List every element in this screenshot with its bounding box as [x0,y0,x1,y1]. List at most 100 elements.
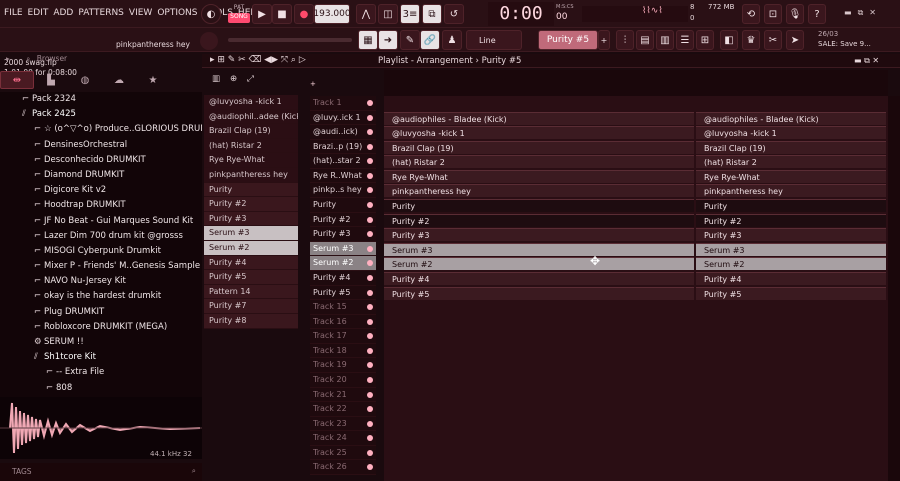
track-header-item[interactable]: pinkp..s hey [310,183,376,199]
track-mute-icon[interactable] [367,143,373,150]
track-mute-icon[interactable] [367,304,373,311]
playlist-clip[interactable]: @luvyosha -kick 1 [696,126,886,140]
channel-item[interactable]: Pattern 14 [204,284,298,300]
track-header-item[interactable]: Track 21 [310,387,376,403]
browser-item[interactable]: ⌐ JF No Beat - Gui Marques Sound Kit [0,214,202,229]
track-header-item[interactable]: @luvy..ick 1 [310,110,376,126]
playlist-clip[interactable]: Serum #3 [696,242,886,256]
track-header-item[interactable]: Rye R..What [310,168,376,184]
piano-icon[interactable]: ▦ [358,30,378,50]
browser-item[interactable]: ⌐ Digicore Kit v2 [0,183,202,198]
cloud-tab-icon[interactable]: ☁ [102,71,136,89]
minimize-icon[interactable]: ▬ [844,8,852,18]
track-header-item[interactable]: Track 19 [310,358,376,373]
playlist-clip[interactable]: Purity [696,199,886,213]
browser-item[interactable]: ⌐ NAVO Nu-Jersey Kit [0,274,202,289]
browser-item[interactable]: ⌐ Desconhecido DRUMKIT [0,153,202,168]
compact-icon[interactable]: ⊡ [764,4,782,24]
track-mute-icon[interactable] [367,289,373,296]
channel-item[interactable]: Purity #3 [204,211,298,227]
piano-roll-icon[interactable]: ▥ [656,30,674,50]
restore-icon[interactable]: ⧉ [858,8,864,18]
browser-item[interactable]: ⌐ -- Extra File [0,365,202,380]
track-mute-icon[interactable] [367,376,373,383]
playlist-grid[interactable]: @audiophiles - Bladee (Kick) @luvyosha -k… [384,96,888,481]
track-header-item[interactable]: Track 25 [310,445,376,461]
playlist-clip[interactable]: Brazil Clap (19) [384,140,694,154]
track-header-item[interactable]: Track 17 [310,329,376,344]
playlist-clip[interactable]: Purity #4 [384,271,694,285]
track-mute-icon[interactable] [367,158,373,165]
browser-item[interactable]: ⌐ Lazer Dim 700 drum kit @grosss [0,229,202,244]
browser-item[interactable]: ⌐Mixer P - Friends' M..Genesis Sample Pa… [0,259,202,274]
loop-record-icon[interactable]: ↺ [444,4,464,24]
channel-item[interactable]: Serum #3 [204,226,298,241]
search-icon[interactable]: ⌕ [26,54,30,63]
browser-icon[interactable]: ⊞ [696,30,714,50]
microphone-icon[interactable]: 🎙 [786,4,804,24]
song-mode-button[interactable]: SONG [228,13,250,23]
browser-options-icon[interactable]: ▸ [6,54,10,63]
browser-item[interactable]: ⫽ Pack 2425 [0,107,202,122]
track-mute-icon[interactable] [367,347,373,354]
draw-mode-icon[interactable]: ➜ [378,30,398,50]
track-header-item[interactable]: Purity #2 [310,212,376,228]
playlist-clip[interactable]: (hat) Ristar 2 [384,155,694,169]
undo-icon[interactable]: ⟲ [742,4,760,24]
channel-item[interactable]: Purity #8 [204,313,298,329]
menu-file[interactable]: FILE [4,8,23,18]
browser-item[interactable]: ⌐ Robloxcore DRUMKIT (MEGA) [0,320,202,335]
track-mute-icon[interactable] [367,274,373,281]
playlist-clip[interactable]: Serum #3 [384,242,694,256]
stamp-icon[interactable]: ♟ [442,30,462,50]
track-header-item[interactable]: Track 24 [310,431,376,446]
news-text[interactable]: SALE: Save 9... [818,40,871,48]
track-header-item[interactable]: Purity #4 [310,270,376,286]
browser-item[interactable]: ⌐ okay is the hardest drumkit [0,289,202,304]
pattern-icon[interactable]: ▥ [212,74,220,94]
playlist-clip[interactable]: @audiophiles - Bladee (Kick) [384,111,694,125]
track-mute-icon[interactable] [367,333,373,340]
master-volume-knob[interactable] [200,32,218,50]
track-header-item[interactable]: Track 15 [310,300,376,315]
browser-item[interactable]: ⌐ MISOGI Cyberpunk Drumkit [0,244,202,259]
hint-knob-icon[interactable]: ◐ [201,4,221,24]
all-tab-icon[interactable]: ⇹ [0,71,34,89]
plugin-icon[interactable]: ♛ [742,30,760,50]
track-mute-icon[interactable] [367,187,373,194]
browser-item[interactable]: ⌐☆ (o^▽^o) Produce..GLORIOUS DRUMKIT [0,122,202,137]
channel-item[interactable]: Brazil Clap (19) [204,124,298,139]
track-mute-icon[interactable] [367,100,373,106]
track-header-item[interactable]: Track 1 [310,96,376,111]
track-header-item[interactable]: Brazi..p (19) [310,139,376,155]
track-header-item[interactable]: Track 22 [310,402,376,417]
track-mute-icon[interactable] [367,391,373,398]
playlist-clip[interactable]: Purity #5 [384,286,694,300]
playlist-clip[interactable]: pinkpantheress hey [696,184,886,198]
playlist-window-controls[interactable]: ▬ ⧉ ✕ [854,56,879,66]
playlist-clip[interactable]: Purity #5 [696,286,886,300]
track-header-item[interactable]: Track 20 [310,372,376,388]
project-tab-icon[interactable]: ▙ [34,71,68,89]
playlist-clip[interactable]: Purity #2 [384,213,694,227]
playlist-clip[interactable]: Rye Rye-What [696,169,886,183]
playlist-menu-icon[interactable]: ▸ ⊞ ✎ ✂ ⌫ ◀▶ ⤧ ⌕ ▷ [210,55,306,65]
menu-add[interactable]: ADD [53,8,73,18]
countdown-icon[interactable]: 3≡ [400,4,420,24]
playlist-clip[interactable]: @luvyosha -kick 1 [384,126,694,140]
track-header-item[interactable]: @audi..ick) [310,125,376,140]
link-icon[interactable]: 🔗 [420,30,440,50]
channel-item[interactable]: pinkpantheress hey [204,167,298,183]
channel-item[interactable]: Purity [204,182,298,198]
track-mute-icon[interactable] [367,406,373,413]
play-button[interactable]: ▶ [252,4,272,24]
track-mute-icon[interactable] [367,245,373,252]
track-mute-icon[interactable] [367,464,373,471]
track-header-item[interactable]: Track 18 [310,343,376,359]
playlist-clip[interactable]: Purity #4 [696,271,886,285]
timeline-ruler[interactable] [384,70,888,96]
browser-item[interactable]: ⌐ DensinesOrchestral [0,138,202,153]
track-mute-icon[interactable] [367,172,373,179]
track-mute-icon[interactable] [367,129,373,136]
pat-label[interactable]: PAT [228,4,250,13]
